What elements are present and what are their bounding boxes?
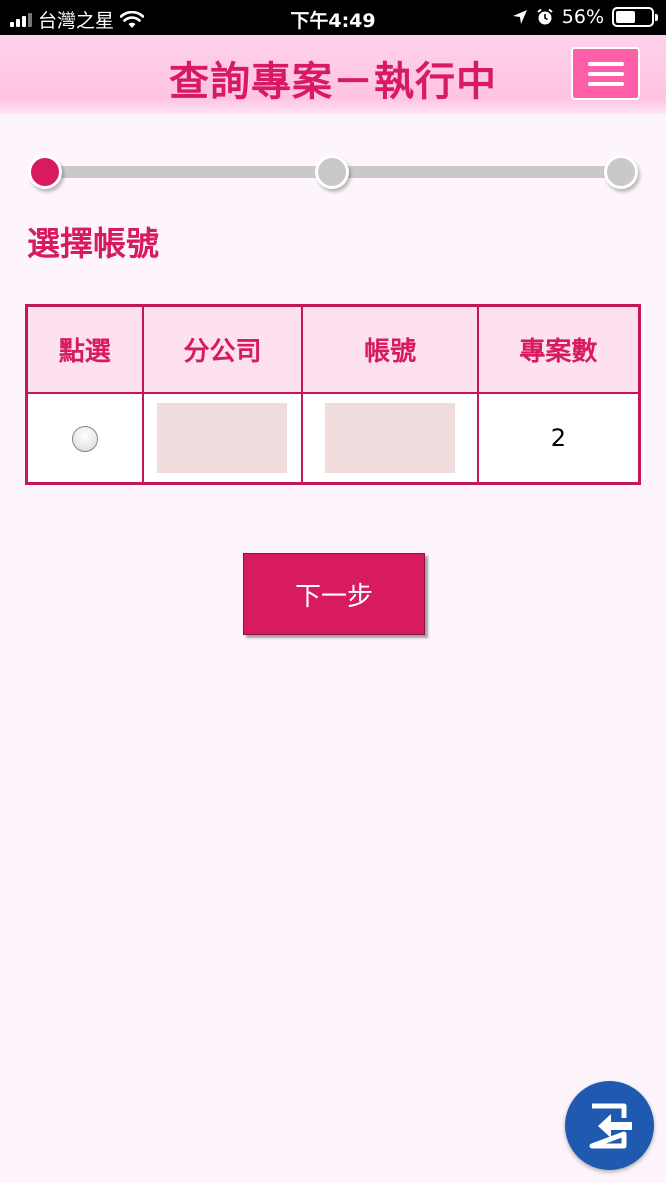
section-title: 選擇帳號: [27, 224, 159, 263]
header-branch: 分公司: [141, 304, 304, 394]
step-1-active: [28, 155, 62, 189]
branch-redacted: [157, 402, 288, 473]
status-bar: 台灣之星 下午4:49 56%: [0, 0, 666, 35]
logout-icon: [589, 1103, 632, 1148]
account-cell: [301, 391, 479, 485]
battery-fill: [616, 11, 636, 23]
step-3: [604, 155, 638, 189]
progress-stepper: [28, 152, 642, 196]
page-title: 查詢專案－執行中: [169, 59, 497, 105]
project-count-cell: 2: [476, 391, 641, 485]
header-account: 帳號: [301, 304, 479, 394]
step-2: [315, 155, 349, 189]
account-redacted: [325, 402, 456, 473]
hamburger-menu-icon-line-3: [587, 81, 624, 86]
status-right: 56%: [512, 6, 658, 28]
branch-cell: [141, 391, 304, 485]
hamburger-menu-icon: [587, 61, 624, 66]
header-bar: 查詢專案－執行中: [0, 35, 666, 114]
app-screen: 台灣之星 下午4:49 56% 查詢專案－執行中 選擇帳號 點選 分公司 帳號 …: [0, 0, 666, 1183]
logout-button[interactable]: [565, 1081, 654, 1170]
account-table: 點選 分公司 帳號 專案數 2: [25, 304, 641, 485]
battery-icon: [612, 7, 658, 27]
table-header-row: 點選 分公司 帳號 專案數: [25, 304, 641, 394]
header-select: 點選: [25, 304, 144, 394]
alarm-icon: [537, 8, 553, 25]
location-arrow-icon: [512, 10, 527, 24]
menu-button[interactable]: [571, 47, 640, 100]
next-step-button[interactable]: 下一步: [243, 553, 425, 635]
battery-percent: 56%: [561, 6, 604, 28]
table-row: 2: [25, 391, 641, 485]
account-radio[interactable]: [71, 425, 98, 452]
select-cell: [25, 391, 144, 485]
header-project-count: 專案數: [476, 304, 641, 394]
hamburger-menu-icon-line-2: [587, 71, 624, 76]
